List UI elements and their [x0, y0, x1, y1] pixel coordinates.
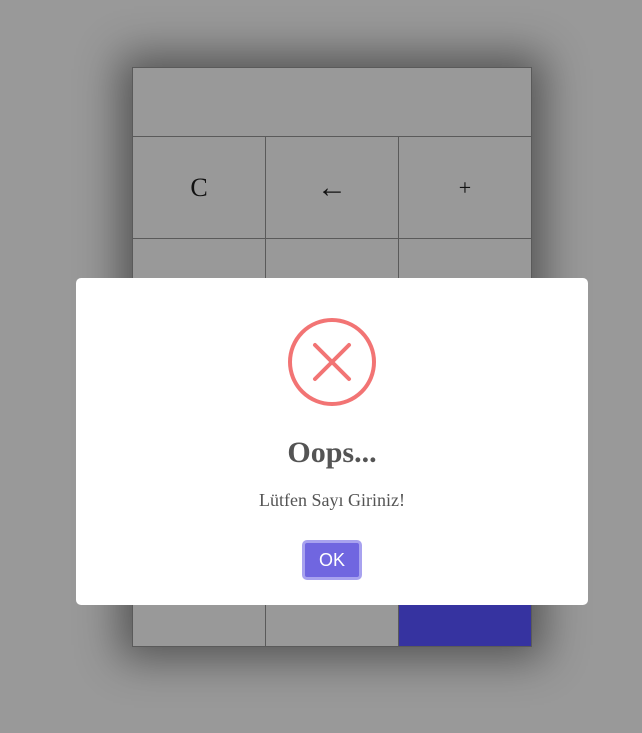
dialog-title: Oops... — [287, 436, 377, 469]
dialog-message: Lütfen Sayı Giriniz! — [259, 490, 405, 510]
error-dialog: Oops... Lütfen Sayı Giriniz! OK — [76, 278, 588, 605]
error-x-icon — [288, 318, 376, 406]
modal-backdrop: Oops... Lütfen Sayı Giriniz! OK — [0, 0, 642, 733]
ok-button[interactable]: OK — [302, 540, 362, 580]
